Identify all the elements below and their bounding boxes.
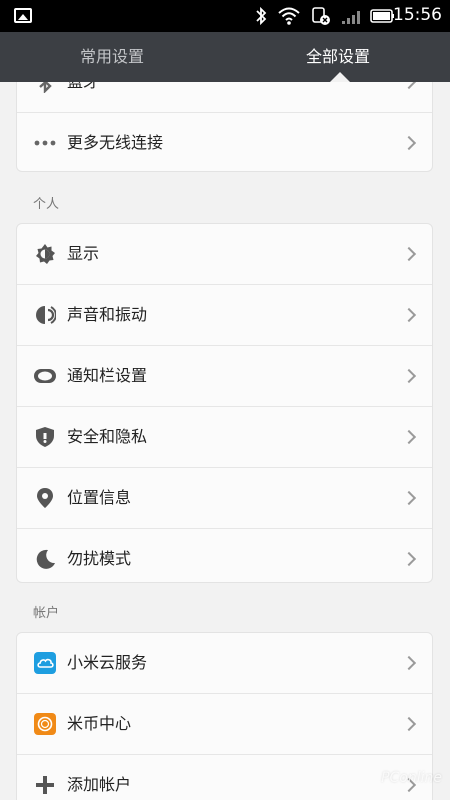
section-title-accounts: 帐户 bbox=[33, 606, 60, 621]
list-item-mi-cloud[interactable]: 小米云服务 bbox=[17, 633, 432, 694]
section-title-personal: 个人 bbox=[33, 197, 60, 212]
moon-icon bbox=[36, 549, 55, 569]
bluetooth-status-icon bbox=[256, 6, 267, 26]
list-item-label: 通知栏设置 bbox=[67, 366, 148, 385]
list-item-do-not-disturb[interactable]: 勿扰模式 bbox=[17, 529, 432, 582]
list-item-more-wireless[interactable]: 更多无线连接 bbox=[17, 113, 432, 171]
chevron-right-icon bbox=[401, 368, 417, 384]
list-item-label: 勿扰模式 bbox=[67, 549, 132, 568]
shield-icon bbox=[36, 427, 54, 447]
list-item-sound-vibration[interactable]: 声音和振动 bbox=[17, 285, 432, 346]
wireless-card: 蓝牙 更多无线连接 bbox=[16, 82, 433, 172]
toggle-icon bbox=[34, 369, 56, 383]
list-item-add-account[interactable]: 添加帐户 bbox=[17, 755, 432, 800]
list-item-label: 添加帐户 bbox=[67, 775, 132, 794]
chevron-right-icon bbox=[401, 655, 417, 671]
list-item-label: 位置信息 bbox=[67, 488, 132, 507]
chevron-right-icon bbox=[401, 246, 417, 262]
chevron-right-icon bbox=[401, 490, 417, 506]
list-item-label: 安全和隐私 bbox=[67, 427, 148, 446]
chevron-right-icon bbox=[401, 135, 417, 151]
signal-status-icon bbox=[342, 11, 360, 24]
clock-time: 15:56 bbox=[393, 5, 442, 25]
gallery-notification-icon bbox=[14, 8, 32, 23]
active-tab-indicator bbox=[330, 72, 350, 82]
list-item-bluetooth[interactable]: 蓝牙 bbox=[17, 82, 432, 113]
status-bar: 15:56 bbox=[0, 0, 450, 32]
list-item-display[interactable]: 显示 bbox=[17, 224, 432, 285]
wifi-status-icon bbox=[278, 7, 300, 25]
settings-tabs-header: 常用设置 全部设置 bbox=[0, 32, 450, 82]
list-item-label: 声音和振动 bbox=[67, 305, 148, 324]
list-item-label: 更多无线连接 bbox=[67, 133, 164, 152]
speaker-icon bbox=[36, 306, 56, 324]
pconline-watermark: PConline bbox=[381, 770, 442, 786]
more-dots-icon bbox=[34, 140, 56, 146]
chevron-right-icon bbox=[401, 82, 417, 90]
tab-common-settings[interactable]: 常用设置 bbox=[12, 32, 212, 82]
chevron-right-icon bbox=[401, 716, 417, 732]
personal-card: 显示 声音和振动 通知栏设置 安全和隐私 位置信息 勿扰模式 bbox=[16, 223, 433, 583]
list-item-security-privacy[interactable]: 安全和隐私 bbox=[17, 407, 432, 468]
chevron-right-icon bbox=[401, 429, 417, 445]
coin-icon bbox=[34, 713, 56, 735]
accounts-card: 小米云服务 米币中心 添加帐户 bbox=[16, 632, 433, 800]
list-item-label: 米币中心 bbox=[67, 714, 132, 733]
bluetooth-icon bbox=[39, 82, 52, 93]
settings-list[interactable]: 蓝牙 更多无线连接 个人 显示 声音和振动 通知栏设置 安全和隐私 bbox=[0, 82, 450, 800]
chevron-right-icon bbox=[401, 307, 417, 323]
list-item-notification-bar[interactable]: 通知栏设置 bbox=[17, 346, 432, 407]
chevron-right-icon bbox=[401, 551, 417, 567]
brightness-icon bbox=[36, 244, 55, 264]
list-item-location[interactable]: 位置信息 bbox=[17, 468, 432, 529]
sim-status-icon bbox=[312, 7, 330, 25]
plus-icon bbox=[36, 776, 54, 794]
list-item-label: 蓝牙 bbox=[67, 82, 99, 112]
cloud-icon bbox=[34, 652, 56, 674]
list-item-label: 小米云服务 bbox=[67, 653, 148, 672]
list-item-label: 显示 bbox=[67, 244, 100, 263]
list-item-mi-coin-center[interactable]: 米币中心 bbox=[17, 694, 432, 755]
location-pin-icon bbox=[37, 488, 53, 508]
